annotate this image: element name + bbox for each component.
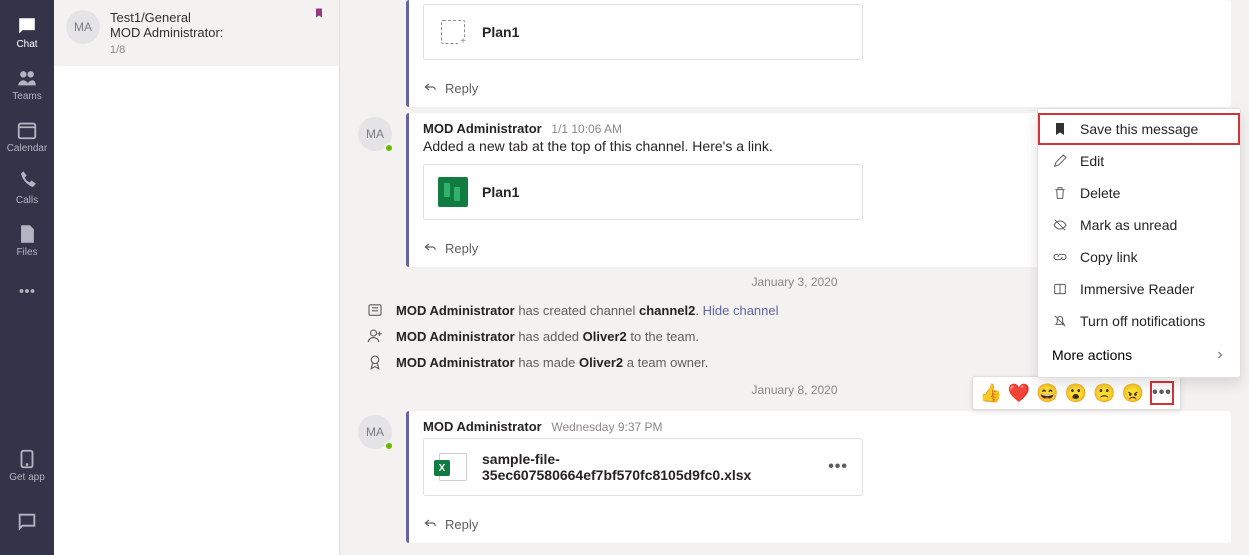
menu-reader-label: Immersive Reader bbox=[1080, 281, 1194, 297]
menu-unread-label: Mark as unread bbox=[1080, 217, 1177, 233]
reaction-like[interactable]: 👍 bbox=[979, 383, 1001, 404]
reaction-surprised[interactable]: 😮 bbox=[1065, 383, 1087, 404]
tab-add-icon bbox=[438, 17, 468, 47]
menu-delete-label: Delete bbox=[1080, 185, 1120, 201]
menu-edit[interactable]: Edit bbox=[1038, 145, 1240, 177]
more-actions-button[interactable]: ••• bbox=[1150, 381, 1174, 405]
menu-more-label: More actions bbox=[1052, 347, 1132, 363]
download-icon bbox=[16, 448, 38, 470]
presence-indicator bbox=[384, 143, 394, 153]
message-context-menu: Save this message Edit Delete Mark as un… bbox=[1037, 108, 1241, 378]
reply-label: Reply bbox=[445, 517, 478, 532]
attachment-more-button[interactable]: ••• bbox=[828, 458, 848, 476]
reply-label: Reply bbox=[445, 241, 478, 256]
menu-reader[interactable]: Immersive Reader bbox=[1038, 273, 1240, 305]
message-time: 1/1 10:06 AM bbox=[551, 122, 622, 136]
excel-icon bbox=[438, 452, 468, 482]
message-author: MOD Administrator bbox=[423, 121, 542, 136]
reader-icon bbox=[1052, 281, 1068, 297]
ribbon-icon bbox=[366, 353, 384, 371]
avatar: MA bbox=[66, 10, 100, 44]
chat-item-meta: 1/8 bbox=[110, 44, 223, 56]
link-icon bbox=[1052, 249, 1068, 265]
rail-calls-label: Calls bbox=[16, 195, 38, 206]
planner-icon bbox=[438, 177, 468, 207]
rail-getapp-label: Get app bbox=[9, 472, 45, 483]
message-time: Wednesday 9:37 PM bbox=[551, 420, 662, 434]
reply-icon bbox=[423, 240, 437, 257]
menu-copylink-label: Copy link bbox=[1080, 249, 1138, 265]
teams-icon bbox=[16, 67, 38, 89]
chat-list: MA Test1/General MOD Administrator: 1/8 bbox=[54, 0, 340, 555]
rail-teams-label: Teams bbox=[12, 91, 41, 102]
chat-item-snippet: MOD Administrator: bbox=[110, 25, 223, 40]
hide-channel-link[interactable]: Hide channel bbox=[703, 303, 779, 318]
rail-files[interactable]: Files bbox=[0, 214, 54, 266]
menu-more-actions[interactable]: More actions bbox=[1038, 337, 1240, 373]
attachment-title: sample-file-35ec607580664ef7bf570fc8105d… bbox=[482, 451, 814, 483]
chat-list-item[interactable]: MA Test1/General MOD Administrator: 1/8 bbox=[54, 0, 339, 66]
reaction-sad[interactable]: 🙁 bbox=[1093, 383, 1115, 404]
reaction-angry[interactable]: 😠 bbox=[1122, 383, 1144, 404]
help-icon bbox=[16, 511, 38, 533]
reply-icon bbox=[423, 80, 437, 97]
channel-icon bbox=[366, 301, 384, 319]
rail-help[interactable] bbox=[0, 497, 54, 549]
reply-label: Reply bbox=[445, 81, 478, 96]
menu-notif-label: Turn off notifications bbox=[1080, 313, 1205, 329]
chat-icon bbox=[16, 15, 38, 37]
chevron-right-icon bbox=[1214, 349, 1226, 361]
reaction-heart[interactable]: ❤️ bbox=[1008, 383, 1030, 404]
bookmark-icon bbox=[1052, 121, 1068, 137]
rail-chat[interactable]: Chat bbox=[0, 6, 54, 58]
reactions-bar: 👍 ❤️ 😄 😮 🙁 😠 ••• bbox=[972, 376, 1181, 410]
reaction-laugh[interactable]: 😄 bbox=[1036, 383, 1058, 404]
menu-save-message[interactable]: Save this message bbox=[1038, 113, 1240, 145]
attachment-title: Plan1 bbox=[482, 184, 848, 200]
person-add-icon bbox=[366, 327, 384, 345]
edit-icon bbox=[1052, 153, 1068, 169]
menu-notifications-off[interactable]: Turn off notifications bbox=[1038, 305, 1240, 337]
rail-chat-label: Chat bbox=[16, 39, 37, 50]
rail-calls[interactable]: Calls bbox=[0, 162, 54, 214]
bookmark-icon bbox=[313, 6, 325, 25]
rail-more[interactable] bbox=[0, 266, 54, 318]
rail-calendar[interactable]: Calendar bbox=[0, 110, 54, 162]
menu-edit-label: Edit bbox=[1080, 153, 1104, 169]
reply-button[interactable]: Reply bbox=[409, 72, 1231, 107]
chat-item-title: Test1/General bbox=[110, 10, 223, 25]
message-author: MOD Administrator bbox=[423, 419, 542, 434]
calendar-icon bbox=[16, 119, 38, 141]
eye-off-icon bbox=[1052, 217, 1068, 233]
attachment-card[interactable]: sample-file-35ec607580664ef7bf570fc8105d… bbox=[423, 438, 863, 496]
attachment-card[interactable]: Plan1 bbox=[423, 4, 863, 60]
menu-unread[interactable]: Mark as unread bbox=[1038, 209, 1240, 241]
presence-indicator bbox=[384, 441, 394, 451]
avatar: MA bbox=[358, 117, 392, 151]
menu-save-label: Save this message bbox=[1080, 121, 1198, 137]
phone-icon bbox=[16, 171, 38, 193]
reply-icon bbox=[423, 516, 437, 533]
menu-delete[interactable]: Delete bbox=[1038, 177, 1240, 209]
attachment-title: Plan1 bbox=[482, 24, 848, 40]
bell-off-icon bbox=[1052, 313, 1068, 329]
rail-calendar-label: Calendar bbox=[7, 143, 48, 154]
conversation-pane: Plan1 Reply MA MOD Administrator 1/1 10:… bbox=[340, 0, 1249, 555]
reply-button[interactable]: Reply bbox=[409, 508, 1231, 543]
menu-copylink[interactable]: Copy link bbox=[1038, 241, 1240, 273]
rail-teams[interactable]: Teams bbox=[0, 58, 54, 110]
avatar: MA bbox=[358, 415, 392, 449]
rail-files-label: Files bbox=[16, 247, 37, 258]
attachment-card[interactable]: Plan1 bbox=[423, 164, 863, 220]
rail-getapp[interactable]: Get app bbox=[0, 439, 54, 491]
trash-icon bbox=[1052, 185, 1068, 201]
app-rail: Chat Teams Calendar Calls Files Get app bbox=[0, 0, 54, 555]
file-icon bbox=[16, 223, 38, 245]
ellipsis-icon bbox=[16, 280, 38, 302]
